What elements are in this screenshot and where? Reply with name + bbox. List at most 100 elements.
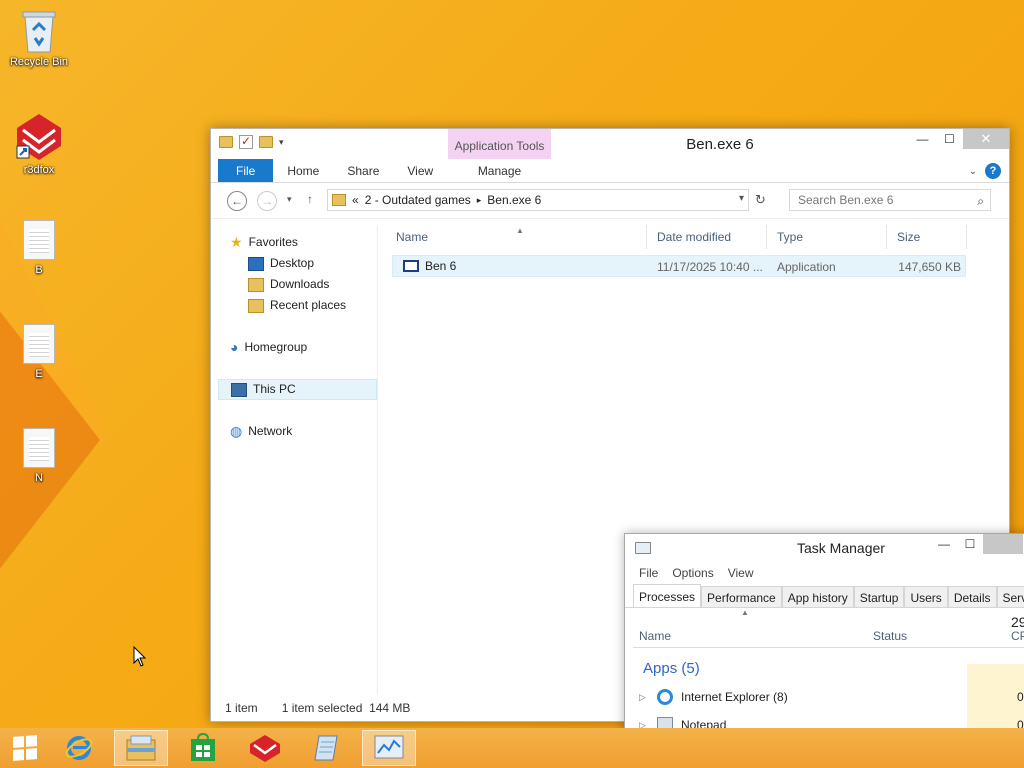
cpu-total-percent: 29 [1011,614,1024,630]
folder-icon [332,194,346,206]
task-manager-tabs: Processes Performance App history Startu… [625,584,1024,608]
process-row-internet-explorer[interactable]: ▷ Internet Explorer (8) 0 [625,683,1024,711]
desktop-icon-label: E [35,368,43,380]
tab-services[interactable]: Servic [996,586,1024,607]
minimize-button[interactable]: — [931,534,957,554]
close-button[interactable]: ✕ [963,129,1009,149]
tab-share[interactable]: Share [333,159,393,182]
apps-group-header: Apps (5) [643,660,700,677]
nav-label: Recent places [270,298,347,312]
application-icon [403,260,419,272]
chevron-down-icon[interactable]: ▾ [279,137,284,148]
r3dfox-icon [250,735,280,762]
address-dropdown-icon[interactable]: ▾ [739,193,744,204]
up-arrow-icon[interactable]: ↑ [307,192,313,206]
taskbar-store[interactable] [176,730,230,766]
help-icon[interactable]: ? [985,163,1001,179]
tab-file[interactable]: File [218,159,274,182]
start-button[interactable] [0,730,50,766]
refresh-icon[interactable]: ↻ [755,192,766,208]
star-icon: ★ [230,234,243,250]
windows-logo-icon [13,735,37,761]
notepad-icon [314,735,338,761]
recent-locations-icon[interactable]: ▾ [287,194,292,205]
text-document-icon [23,220,55,260]
nav-favorites[interactable]: ★ Favorites [218,232,377,253]
ribbon-right-controls: ⌄ ? [969,163,1001,179]
tab-home[interactable]: Home [273,159,333,182]
column-name[interactable]: Name [639,629,671,643]
taskbar-internet-explorer[interactable] [52,730,106,766]
breadcrumb-ben-exe-6[interactable]: Ben.exe 6 [487,193,541,207]
desktop-icon-n[interactable]: N [4,428,74,484]
expand-ribbon-icon[interactable]: ⌄ [969,166,977,177]
expand-icon[interactable]: ▷ [639,692,649,703]
nav-desktop[interactable]: Desktop [218,253,377,274]
text-document-icon [23,324,55,364]
desktop-icon-e[interactable]: E [4,324,74,380]
taskbar-task-manager[interactable] [362,730,416,766]
tab-manage[interactable]: Manage [448,159,551,183]
file-row[interactable]: Ben 6 11/17/2025 10:40 ... Application 1… [392,255,966,277]
nav-recent-places[interactable]: Recent places [218,295,377,316]
nav-label: Homegroup [244,340,308,354]
selection-info: 1 item selected 144 MB [281,701,411,715]
new-folder-icon[interactable] [259,136,273,148]
column-size[interactable]: Size [887,225,967,249]
forward-button[interactable]: → [257,191,277,211]
task-manager-title-bar[interactable]: Task Manager — ☐ [625,534,1024,562]
maximize-button[interactable]: ☐ [936,129,963,149]
search-icon[interactable]: ⌕ [977,191,984,211]
downloads-icon [248,277,264,292]
store-icon [191,733,215,761]
address-bar[interactable]: « 2 - Outdated games ▸ Ben.exe 6 ▾ [327,189,749,211]
tab-app-history[interactable]: App history [781,586,854,607]
maximize-button[interactable]: ☐ [957,534,983,554]
quick-access-toolbar: ▾ [219,134,284,149]
nav-homegroup[interactable]: ◕ Homegroup [218,337,377,358]
folder-icon [219,136,233,148]
file-type: Application [777,260,836,274]
tab-startup[interactable]: Startup [853,586,905,607]
column-type[interactable]: Type [767,225,887,249]
nav-network[interactable]: ◍ Network [218,421,377,442]
ribbon-tabs: File Home Share View Manage ⌄ ? [211,159,1009,183]
minimize-button[interactable]: — [909,129,936,149]
tab-performance[interactable]: Performance [701,586,782,607]
desktop-icon-label: B [35,264,43,276]
nav-this-pc[interactable]: This PC [218,379,377,400]
tab-details[interactable]: Details [947,586,997,607]
menu-options[interactable]: Options [672,562,713,584]
tab-users[interactable]: Users [904,586,948,607]
properties-icon[interactable] [239,134,253,149]
internet-explorer-icon [657,689,673,705]
desktop-icon-b[interactable]: B [4,220,74,276]
window-title: Task Manager [797,540,885,556]
nav-label: Network [248,424,293,438]
column-status[interactable]: Status [873,629,907,643]
taskbar-file-explorer[interactable] [114,730,168,766]
close-button[interactable] [983,534,1023,554]
process-name: Internet Explorer (8) [681,690,788,704]
window-controls: — ☐ ✕ [909,129,1009,149]
back-button[interactable]: ← [227,191,247,211]
breadcrumb-outdated-games[interactable]: 2 - Outdated games [365,193,471,207]
taskbar-r3dfox[interactable] [238,730,292,766]
navigation-pane: ★ Favorites Desktop Downloads Recent pla… [218,225,378,695]
nav-label: This PC [253,382,296,396]
menu-view[interactable]: View [728,562,754,584]
menu-file[interactable]: File [639,562,658,584]
desktop-icon-r3dfox[interactable]: r3dfox [4,112,74,176]
network-icon: ◍ [230,423,243,439]
tab-processes[interactable]: Processes [633,584,702,607]
explorer-title-bar[interactable]: ▾ Application Tools Ben.exe 6 — ☐ ✕ [211,129,1009,159]
desktop-icon-recycle-bin[interactable]: Recycle Bin [4,8,74,68]
taskbar [0,728,1024,768]
tab-view[interactable]: View [393,159,447,182]
nav-downloads[interactable]: Downloads [218,274,377,295]
address-row: ← → ▾ ↑ « 2 - Outdated games ▸ Ben.exe 6… [211,183,1009,219]
column-date-modified[interactable]: Date modified [647,225,767,249]
search-input[interactable]: Search Ben.exe 6 ⌕ [789,189,991,211]
column-cpu[interactable]: CP [1011,629,1024,643]
taskbar-notepad[interactable] [300,730,354,766]
